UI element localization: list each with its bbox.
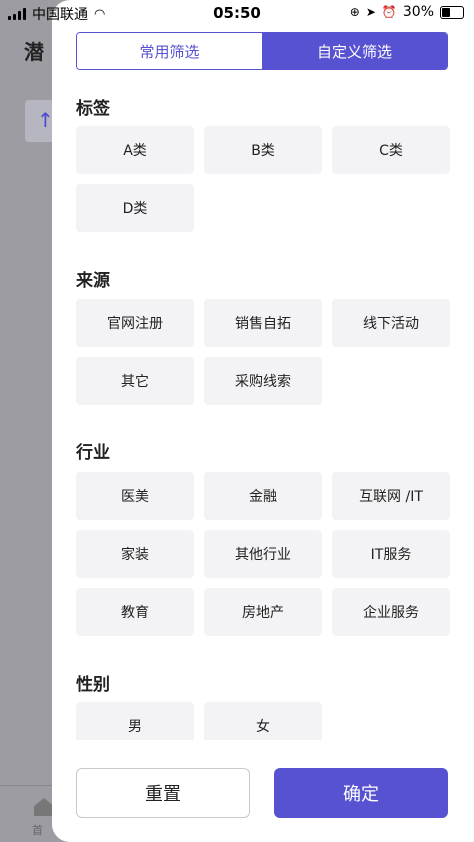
- option-industry-enterprise[interactable]: 企业服务: [332, 588, 450, 636]
- group-title-source: 来源: [76, 271, 110, 291]
- option-gender-female[interactable]: 女: [204, 702, 322, 740]
- option-tag-c[interactable]: C类: [332, 126, 450, 174]
- option-source-other[interactable]: 其它: [76, 357, 194, 405]
- option-tag-d[interactable]: D类: [76, 184, 194, 232]
- option-tag-a[interactable]: A类: [76, 126, 194, 174]
- confirm-button[interactable]: 确定: [274, 768, 448, 818]
- option-source-purchase[interactable]: 采购线索: [204, 357, 322, 405]
- option-source-website[interactable]: 官网注册: [76, 299, 194, 347]
- option-industry-real-estate[interactable]: 房地产: [204, 588, 322, 636]
- location-icon: ➤: [365, 5, 376, 19]
- option-industry-decoration[interactable]: 家装: [76, 530, 194, 578]
- drawer-footer: 重置 确定: [52, 742, 474, 842]
- battery-icon: [440, 5, 464, 19]
- option-industry-other[interactable]: 其他行业: [204, 530, 322, 578]
- tab-custom-filter[interactable]: 自定义筛选: [262, 33, 447, 69]
- option-industry-medical-beauty[interactable]: 医美: [76, 472, 194, 520]
- option-gender-male[interactable]: 男: [76, 702, 194, 740]
- filter-mode-switch: 常用筛选 自定义筛选: [76, 32, 448, 70]
- option-source-offline[interactable]: 线下活动: [332, 299, 450, 347]
- tab-label: 首: [32, 824, 43, 837]
- filter-drawer: 常用筛选 自定义筛选 标签 A类 B类 C类 D类 来源 官网注册 销售自拓 线…: [52, 0, 474, 842]
- option-industry-finance[interactable]: 金融: [204, 472, 322, 520]
- option-industry-it-service[interactable]: IT服务: [332, 530, 450, 578]
- group-title-gender: 性别: [76, 675, 110, 695]
- lock-rotation-icon: ⊕: [349, 5, 360, 19]
- filter-options-scroll[interactable]: 标签 A类 B类 C类 D类 来源 官网注册 销售自拓 线下活动 其它 采购线索…: [52, 80, 474, 740]
- alarm-icon: ⏰: [381, 5, 397, 19]
- tab-common-filter[interactable]: 常用筛选: [77, 33, 262, 69]
- battery-percent: 30%: [402, 4, 434, 20]
- option-industry-internet[interactable]: 互联网 /IT: [332, 472, 450, 520]
- group-title-tag: 标签: [76, 99, 110, 119]
- status-bar: 中国联通 ◠ 05:50 ⊕ ➤ ⏰ 30%: [0, 0, 474, 26]
- option-tag-b[interactable]: B类: [204, 126, 322, 174]
- option-source-sales[interactable]: 销售自拓: [204, 299, 322, 347]
- reset-button[interactable]: 重置: [76, 768, 250, 818]
- page-title: 潜: [24, 40, 44, 64]
- group-title-industry: 行业: [76, 443, 110, 463]
- option-industry-education[interactable]: 教育: [76, 588, 194, 636]
